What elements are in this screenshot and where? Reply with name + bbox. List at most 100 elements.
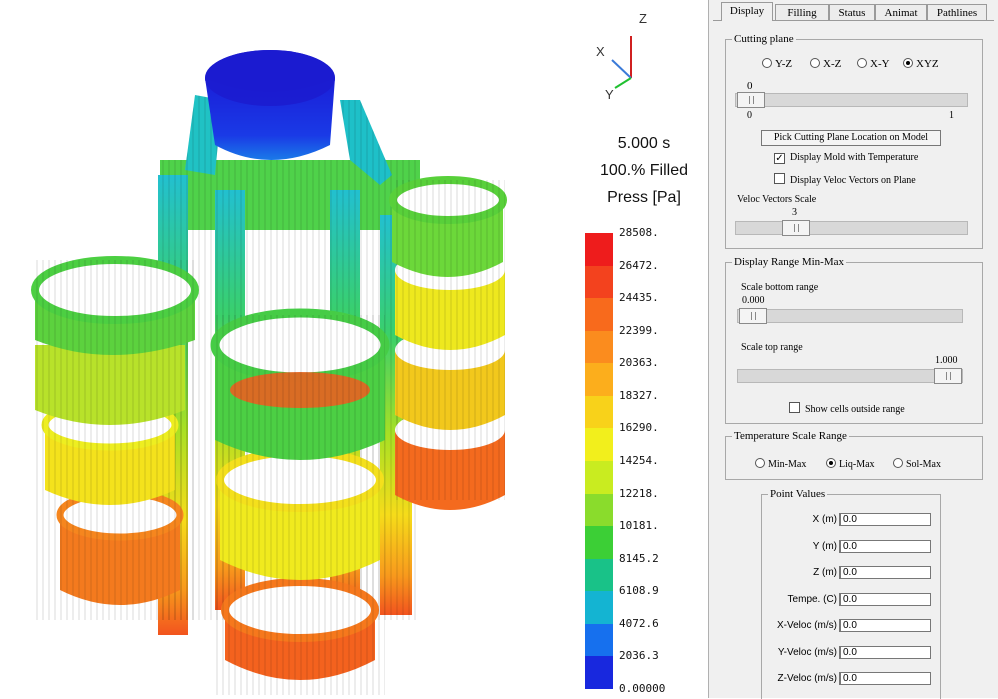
point-value-label: Z (m)	[813, 567, 837, 578]
radio-y-z-circle[interactable]	[762, 58, 772, 68]
fill-readout: 100.% Filled	[599, 162, 689, 179]
color-scale-tick-label: 28508.	[619, 226, 659, 239]
scale-top-slider-thumb[interactable]	[934, 368, 962, 384]
radio-xyz[interactable]: XYZ	[903, 57, 939, 70]
color-scale-tick-label: 8145.2	[619, 551, 659, 565]
cutting-plane-legend: Cutting plane	[734, 33, 794, 45]
radio-sol-max-circle[interactable]	[893, 458, 903, 468]
radio-sol-max[interactable]: Sol-Max	[893, 457, 941, 470]
point-value-label: X-Veloc (m/s)	[776, 620, 837, 631]
control-panel: Display Filling Status Animat Pathlines …	[708, 0, 998, 699]
cutting-plane-slider-thumb[interactable]	[737, 92, 765, 108]
color-scale-tick-label: 16290.	[619, 421, 659, 435]
radio-min-max-circle[interactable]	[755, 458, 765, 468]
radio-y-z-label: Y-Z	[775, 58, 793, 70]
tab-status[interactable]: Status	[829, 4, 875, 21]
color-scale-bar	[585, 233, 613, 690]
veloc-scale-slider[interactable]	[735, 220, 968, 236]
axis-triad: Z X Y	[588, 8, 658, 103]
radio-x-y-circle[interactable]	[857, 58, 867, 68]
time-readout: 5.000 s	[617, 135, 671, 152]
scale-top-slider[interactable]	[737, 368, 963, 384]
tab-filling[interactable]: Filling	[775, 4, 829, 21]
quantity-label: Press [Pa]	[607, 189, 681, 206]
display-veloc-checkbox[interactable]	[774, 173, 785, 184]
point-value-field[interactable]: 0.0	[839, 539, 931, 553]
color-scale-swatch	[585, 591, 613, 625]
radio-sol-max-label: Sol-Max	[906, 459, 941, 470]
color-scale-swatch	[585, 298, 613, 332]
radio-x-z-circle[interactable]	[810, 58, 820, 68]
point-value-field[interactable]: 0.0	[839, 566, 931, 579]
color-scale-tick-label: 24435.	[619, 291, 659, 305]
point-value-field[interactable]: 0.0	[839, 513, 931, 526]
veloc-scale-slider-thumb[interactable]	[782, 220, 810, 236]
display-veloc-option[interactable]: Display Veloc Vectors on Plane	[774, 172, 916, 186]
radio-liq-max-circle[interactable]	[826, 458, 836, 468]
color-scale-tick-label: 4072.6	[619, 616, 659, 630]
scale-bottom-slider[interactable]	[737, 308, 963, 324]
color-scale-tick-label: 20363.	[619, 356, 659, 370]
display-veloc-label: Display Veloc Vectors on Plane	[790, 175, 916, 186]
veloc-scale-label: Veloc Vectors Scale	[737, 194, 817, 205]
radio-x-y[interactable]: X-Y	[857, 57, 890, 70]
color-scale-tick-label: 26472.	[619, 258, 659, 272]
cutting-plane-slider[interactable]	[735, 92, 968, 108]
tab-display[interactable]: Display	[721, 2, 773, 21]
point-value-label: Z-Veloc (m/s)	[777, 673, 837, 684]
color-scale-tick-label: 12218.	[619, 486, 659, 500]
temperature-scale-group: Temperature Scale Range	[725, 430, 983, 480]
point-value-field[interactable]: 0.0	[839, 672, 931, 685]
color-scale-swatch	[585, 493, 613, 527]
y-axis-label: Y	[605, 87, 614, 102]
point-value-field[interactable]: 0.0	[839, 592, 931, 606]
radio-x-z[interactable]: X-Z	[810, 57, 841, 70]
color-scale-swatch	[585, 558, 613, 592]
tab-animat[interactable]: Animat	[875, 4, 927, 21]
show-outside-option[interactable]: Show cells outside range	[789, 401, 905, 415]
cutting-plane-min: 0	[747, 110, 752, 121]
z-axis-label: Z	[639, 11, 647, 26]
radio-x-z-label: X-Z	[823, 58, 842, 70]
cutting-plane-value: 0	[747, 80, 753, 92]
veloc-scale-value: 3	[792, 207, 797, 218]
display-range-legend: Display Range Min-Max	[734, 256, 844, 268]
point-value-label: X (m)	[812, 514, 837, 525]
radio-y-z[interactable]: Y-Z	[762, 57, 792, 70]
cutting-plane-max: 1	[949, 110, 954, 121]
color-scale-tick-label: 0.00000	[619, 682, 666, 695]
point-value-field[interactable]: 0.0	[839, 645, 931, 659]
color-scale-swatch	[585, 363, 613, 397]
radio-liq-max[interactable]: Liq-Max	[826, 457, 875, 470]
color-scale-swatch	[585, 428, 613, 462]
point-value-field[interactable]: 0.0	[839, 619, 931, 632]
temperature-scale-legend: Temperature Scale Range	[734, 430, 847, 442]
point-value-label: Tempe. (C)	[787, 593, 837, 605]
radio-liq-max-label: Liq-Max	[839, 459, 875, 470]
pick-cutting-plane-button[interactable]: Pick Cutting Plane Location on Model	[761, 130, 941, 146]
display-mold-label: Display Mold with Temperature	[790, 152, 919, 163]
tab-pathlines[interactable]: Pathlines	[927, 4, 987, 21]
color-scale-tick-label: 2036.3	[619, 649, 659, 663]
color-scale-swatch	[585, 265, 613, 299]
color-scale-tick-label: 10181.	[619, 519, 659, 533]
radio-min-max-label: Min-Max	[768, 459, 807, 470]
point-values-legend: Point Values	[770, 488, 826, 500]
display-mold-option[interactable]: ✓ Display Mold with Temperature	[774, 152, 919, 164]
scale-bottom-value: 0.000	[742, 295, 765, 306]
show-outside-checkbox[interactable]	[789, 402, 800, 413]
radio-xyz-circle[interactable]	[903, 58, 913, 68]
color-scale-tick-label: 18327.	[619, 388, 659, 402]
radio-min-max[interactable]: Min-Max	[755, 457, 806, 470]
x-axis-label: X	[596, 44, 605, 59]
scale-top-label: Scale top range	[741, 342, 803, 353]
color-scale-tick-label: 14254.	[619, 454, 659, 467]
color-scale-swatch	[585, 330, 613, 364]
scale-top-value: 1.000	[935, 355, 958, 366]
display-mold-checkbox[interactable]: ✓	[774, 153, 785, 164]
point-value-label: Y-Veloc (m/s)	[777, 646, 837, 658]
scale-bottom-slider-thumb[interactable]	[739, 308, 767, 324]
3d-viewport[interactable]: Z X Y 5.000 s 100.% Filled Press [Pa] 28…	[0, 0, 708, 698]
color-scale-tick-label: 22399.	[619, 323, 659, 337]
radio-x-y-label: X-Y	[870, 58, 890, 70]
